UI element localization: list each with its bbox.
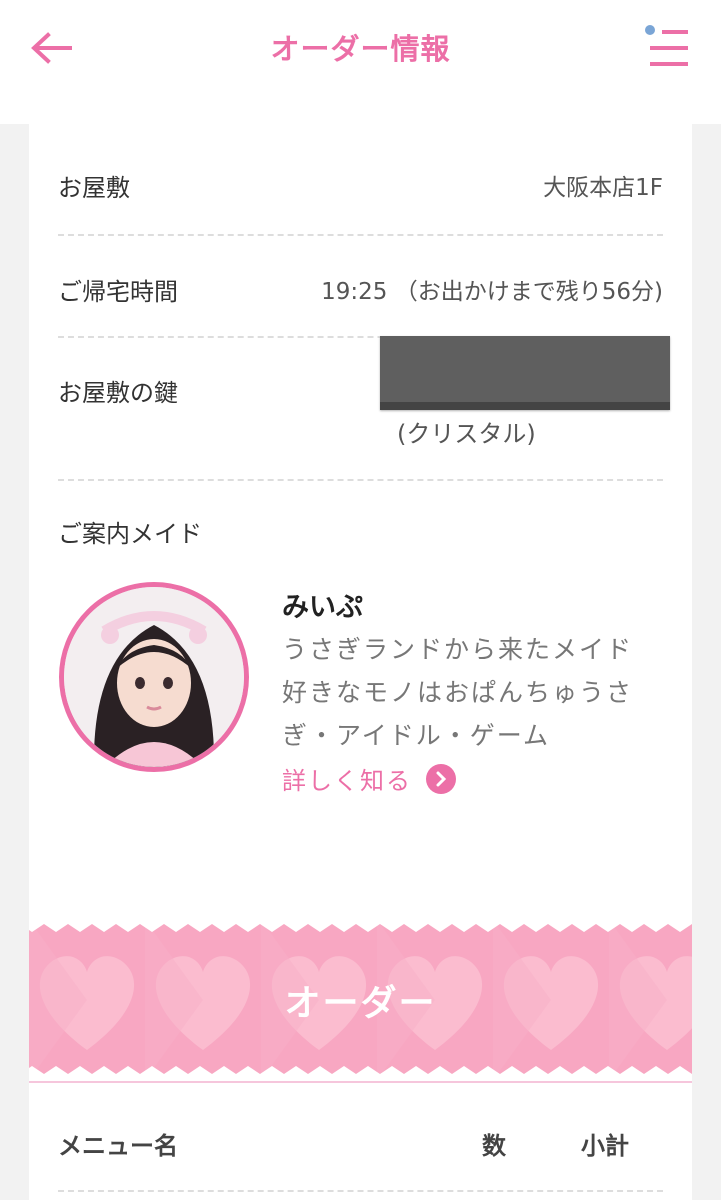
key-code-redacted — [380, 336, 670, 410]
mansion-label: お屋敷 — [58, 174, 130, 202]
learn-more-label: 詳しく知る — [282, 767, 412, 795]
page-title: オーダー情報 — [270, 32, 451, 66]
banner-underline — [29, 1081, 692, 1083]
maid-name: みいぷ — [282, 592, 363, 623]
key-label: お屋敷の鍵 — [58, 379, 178, 407]
column-header-menu-name: メニュー名 — [58, 1132, 178, 1160]
key-type: (クリスタル) — [397, 420, 536, 448]
return-time-label: ご帰宅時間 — [58, 278, 178, 306]
menu-button[interactable] — [640, 24, 696, 72]
table-divider — [58, 1190, 663, 1192]
order-banner-title: オーダー — [284, 983, 437, 1024]
column-header-quantity: 数 — [482, 1132, 506, 1160]
hamburger-menu-icon — [650, 30, 688, 66]
chevron-right-circle-icon — [426, 763, 456, 794]
learn-more-link[interactable]: 詳しく知る — [282, 761, 456, 796]
maid-portrait-image — [64, 587, 244, 767]
mansion-value: 大阪本店1F — [543, 175, 663, 201]
return-time-row: ご帰宅時間 19:25 （お出かけまで残り56分) — [58, 236, 663, 338]
column-header-subtotal: 小計 — [581, 1132, 629, 1160]
order-info-card: お屋敷 大阪本店1F ご帰宅時間 19:25 （お出かけまで残り56分) お屋敷… — [29, 124, 692, 1200]
maid-description: うさぎランドから来たメイド好きなモノはおぱんちゅうさぎ・アイドル・ゲーム — [282, 635, 634, 750]
guide-maid-title: ご案内メイド — [58, 520, 202, 548]
maid-avatar — [59, 582, 249, 772]
return-time-value: 19:25 （お出かけまで残り56分) — [321, 279, 663, 305]
app-header: オーダー情報 — [0, 0, 721, 124]
order-section-banner: オーダー — [29, 920, 692, 1080]
mansion-row: お屋敷 大阪本店1F — [58, 124, 663, 236]
